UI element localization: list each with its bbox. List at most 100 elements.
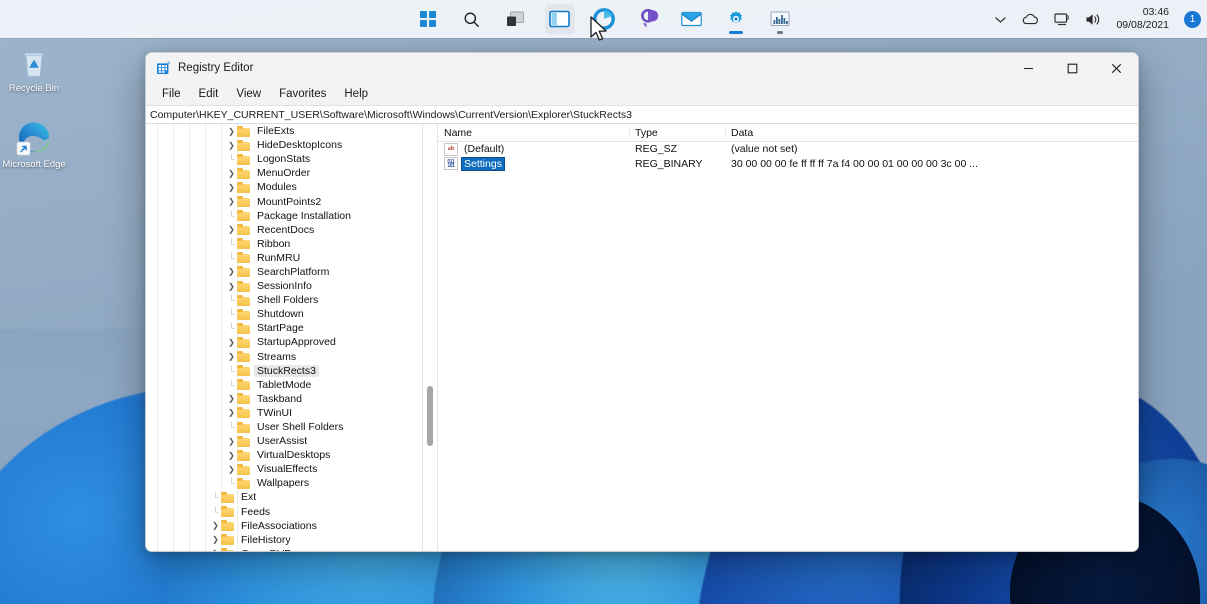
taskbar-settings-app-button[interactable]: [721, 4, 751, 34]
menu-item-help[interactable]: Help: [336, 86, 376, 102]
folder-icon: [237, 196, 250, 208]
taskbar-start-button[interactable]: [413, 4, 443, 34]
menu-item-view[interactable]: View: [228, 86, 269, 102]
tree-item[interactable]: ❯ HideDesktopIcons: [146, 138, 422, 152]
tree-item[interactable]: ❯ TWinUI: [146, 406, 422, 420]
window-titlebar[interactable]: Registry Editor: [146, 53, 1138, 83]
chevron-right-icon[interactable]: ❯: [226, 437, 237, 446]
desktop-icon-label: Recycle Bin: [8, 83, 60, 94]
chevron-right-icon[interactable]: ❯: [226, 127, 237, 136]
tree-item[interactable]: ❯ SessionInfo: [146, 279, 422, 293]
tree-item-label: FileExts: [257, 125, 295, 138]
tree-item[interactable]: └ Ext: [146, 490, 422, 504]
tree-item[interactable]: ❯ Taskband: [146, 392, 422, 406]
menu-item-edit[interactable]: Edit: [191, 86, 227, 102]
tree-item[interactable]: └ Feeds: [146, 505, 422, 519]
tree-item-label: FileAssociations: [241, 519, 317, 532]
chevron-right-icon[interactable]: ❯: [226, 282, 237, 291]
chevron-right-icon[interactable]: ❯: [210, 549, 221, 551]
chevron-right-icon[interactable]: ❯: [226, 267, 237, 276]
desktop-icon-recycle-bin[interactable]: Recycle Bin: [2, 46, 66, 94]
tree-item[interactable]: ❯ GameDVR: [146, 547, 422, 551]
notification-badge[interactable]: 1: [1184, 10, 1201, 28]
chevron-right-icon[interactable]: ❯: [226, 394, 237, 403]
taskbar-clock[interactable]: 03:46 09/08/2021: [1116, 6, 1169, 32]
folder-icon: [237, 379, 250, 391]
tree-item[interactable]: └ Shell Folders: [146, 293, 422, 307]
tree-item[interactable]: └ Package Installation: [146, 209, 422, 223]
tree-item[interactable]: ❯ MountPoints2: [146, 194, 422, 208]
tree-item[interactable]: ❯ VirtualDesktops: [146, 448, 422, 462]
close-button[interactable]: [1094, 53, 1138, 83]
tree-item[interactable]: └ StuckRects3: [146, 364, 422, 378]
tree-scrollbar-thumb[interactable]: [427, 386, 433, 446]
value-row[interactable]: ab (Default) REG_SZ (value not set): [438, 142, 1138, 157]
tree-item[interactable]: ❯ SearchPlatform: [146, 265, 422, 279]
tree-item[interactable]: └ Wallpapers: [146, 476, 422, 490]
column-header-type[interactable]: Type: [629, 127, 725, 139]
chevron-right-icon[interactable]: ❯: [226, 183, 237, 192]
taskbar-file-explorer-button[interactable]: [544, 4, 575, 34]
taskbar-search-button[interactable]: [457, 4, 487, 34]
chevron-right-icon[interactable]: ❯: [226, 169, 237, 178]
column-header-name[interactable]: Name: [438, 127, 629, 139]
minimize-button[interactable]: [1006, 53, 1050, 83]
tree-item[interactable]: └ TabletMode: [146, 378, 422, 392]
tree-item[interactable]: ❯ FileAssociations: [146, 519, 422, 533]
taskbar-task-view-button[interactable]: [501, 4, 531, 34]
taskbar-mail-button[interactable]: [677, 4, 707, 34]
menu-item-favorites[interactable]: Favorites: [271, 86, 334, 102]
taskbar-teams-chat-button[interactable]: [633, 4, 663, 34]
chevron-right-icon[interactable]: ❯: [226, 352, 237, 361]
chevron-right-icon[interactable]: ❯: [210, 535, 221, 544]
value-rows: ab (Default) REG_SZ (value not set) 011 101 Se…: [438, 142, 1138, 171]
tree-item[interactable]: ❯ FileExts: [146, 124, 422, 138]
tree-item-label: Package Installation: [257, 209, 351, 222]
registry-address-bar[interactable]: Computer\HKEY_CURRENT_USER\Software\Micr…: [146, 105, 1138, 124]
task-manager-icon: [770, 11, 789, 26]
tray-volume-button[interactable]: [1082, 8, 1104, 30]
menu-item-file[interactable]: File: [154, 86, 189, 102]
chevron-right-icon[interactable]: ❯: [226, 225, 237, 234]
value-data-cell: (value not set): [731, 143, 798, 156]
tree-item[interactable]: └ StartPage: [146, 321, 422, 335]
maximize-button[interactable]: [1050, 53, 1094, 83]
chevron-right-icon[interactable]: ❯: [226, 141, 237, 150]
chevron-right-icon[interactable]: ❯: [210, 521, 221, 530]
tray-chevron-up-button[interactable]: [989, 8, 1011, 30]
window-title: Registry Editor: [178, 62, 254, 74]
tree-item-label: Feeds: [241, 505, 271, 518]
chevron-right-icon[interactable]: ❯: [226, 338, 237, 347]
tree-item[interactable]: └ RunMRU: [146, 251, 422, 265]
chevron-right-icon[interactable]: ❯: [226, 465, 237, 474]
taskbar-microsoft-edge-button[interactable]: [589, 4, 619, 34]
tree-item[interactable]: └ Ribbon: [146, 237, 422, 251]
chevron-right-icon[interactable]: ❯: [226, 408, 237, 417]
tree-item[interactable]: ❯ StartupApproved: [146, 335, 422, 349]
registry-value-list[interactable]: Name Type Data ab (Default) REG_SZ (value n…: [438, 124, 1138, 551]
tree-item[interactable]: ❯ Streams: [146, 350, 422, 364]
tree-item[interactable]: ❯ FileHistory: [146, 533, 422, 547]
chevron-right-icon[interactable]: ❯: [226, 451, 237, 460]
tree-item[interactable]: ❯ Modules: [146, 180, 422, 194]
taskbar-task-manager-button[interactable]: [765, 4, 795, 34]
tray-network-button[interactable]: [1051, 8, 1073, 30]
tree-item[interactable]: ❯ UserAssist: [146, 434, 422, 448]
tree-branch-line: └: [228, 309, 235, 320]
tree-item[interactable]: ❯ VisualEffects: [146, 462, 422, 476]
teams-chat-icon: [640, 9, 658, 28]
column-header-data[interactable]: Data: [725, 127, 1138, 139]
tree-item[interactable]: └ LogonStats: [146, 152, 422, 166]
tree-item[interactable]: ❯ RecentDocs: [146, 223, 422, 237]
value-row[interactable]: 011 101 Settings REG_BINARY 30 00 00 00 fe f…: [438, 156, 1138, 172]
tray-onedrive-button[interactable]: [1020, 8, 1042, 30]
tree-branch-line: └: [212, 506, 219, 517]
chevron-right-icon[interactable]: ❯: [226, 197, 237, 206]
tree-item-label: Wallpapers: [257, 477, 310, 490]
tree-item[interactable]: └ User Shell Folders: [146, 420, 422, 434]
tree-scrollbar[interactable]: [423, 124, 438, 551]
desktop-icon-microsoft-edge[interactable]: Microsoft Edge: [2, 118, 66, 170]
registry-key-tree[interactable]: ❯ FileExts ❯ HideDesktopIcons └ LogonStats ❯ Me…: [146, 124, 423, 551]
tree-item[interactable]: └ Shutdown: [146, 307, 422, 321]
tree-item[interactable]: ❯ MenuOrder: [146, 166, 422, 180]
